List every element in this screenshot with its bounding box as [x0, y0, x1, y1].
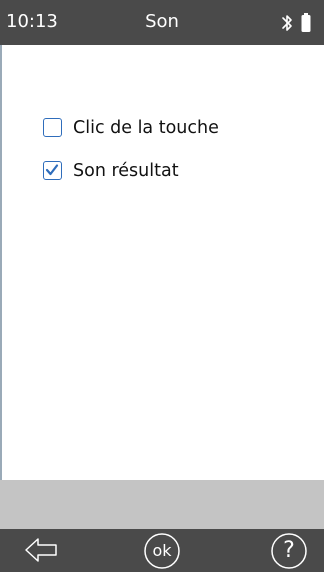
- back-arrow-icon: [25, 538, 57, 562]
- page-title: Son: [145, 11, 179, 32]
- result-sound-label: Son résultat: [73, 161, 179, 181]
- back-button[interactable]: [22, 529, 66, 572]
- checkmark-icon: [45, 164, 59, 176]
- key-click-checkbox[interactable]: [43, 118, 62, 137]
- help-button[interactable]: ?: [270, 532, 310, 572]
- result-sound-checkbox[interactable]: [43, 161, 62, 180]
- key-click-label: Clic de la touche: [73, 118, 219, 138]
- message-bar: [0, 480, 324, 529]
- bottom-nav-bar: ok ?: [0, 529, 324, 572]
- ok-label: ok: [152, 541, 172, 560]
- status-bar: 10:13 Son: [0, 0, 324, 45]
- help-label: ?: [283, 538, 295, 563]
- screen: 10:13 Son Clic de la touche Son résultat…: [0, 0, 324, 572]
- left-edge-divider: [0, 45, 2, 480]
- status-icons: [280, 12, 314, 34]
- ok-button[interactable]: ok: [143, 532, 183, 572]
